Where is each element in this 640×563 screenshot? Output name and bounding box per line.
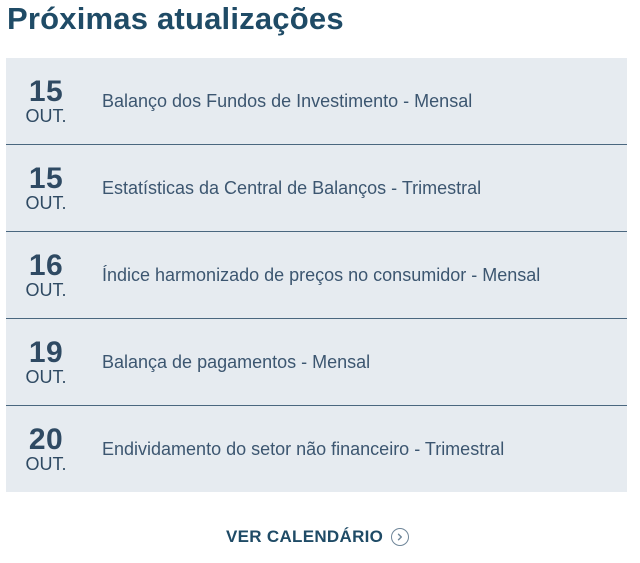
date-month: OUT. (25, 453, 67, 474)
date-day: 15 (28, 74, 64, 108)
date-badge: 15 OUT. (6, 74, 86, 126)
list-item[interactable]: 20 OUT. Endividamento do setor não finan… (6, 406, 627, 492)
update-title[interactable]: Balança de pagamentos - Mensal (102, 351, 370, 373)
update-title[interactable]: Balanço dos Fundos de Investimento - Men… (102, 90, 472, 112)
date-badge: 16 OUT. (6, 248, 86, 300)
date-month: OUT. (25, 105, 67, 126)
date-month: OUT. (25, 279, 67, 300)
update-title[interactable]: Endividamento do setor não financeiro - … (102, 438, 504, 460)
date-day: 20 (28, 422, 64, 456)
list-item[interactable]: 16 OUT. Índice harmonizado de preços no … (6, 232, 627, 319)
date-badge: 20 OUT. (6, 422, 86, 474)
page-title: Próximas atualizações (7, 1, 344, 36)
date-day: 15 (28, 161, 64, 195)
date-badge: 15 OUT. (6, 161, 86, 213)
ver-calendario-link[interactable]: VER CALENDÁRIO (226, 527, 410, 547)
update-title[interactable]: Estatísticas da Central de Balanços - Tr… (102, 177, 481, 199)
update-title[interactable]: Índice harmonizado de preços no consumid… (102, 264, 540, 286)
updates-widget: Próximas atualizações 15 OUT. Balanço do… (0, 0, 640, 563)
cta-label: VER CALENDÁRIO (226, 527, 384, 546)
date-badge: 19 OUT. (6, 335, 86, 387)
updates-list: 15 OUT. Balanço dos Fundos de Investimen… (6, 58, 627, 492)
list-item[interactable]: 19 OUT. Balança de pagamentos - Mensal (6, 319, 627, 406)
date-day: 16 (28, 248, 64, 282)
chevron-right-circle-icon (391, 528, 410, 546)
list-item[interactable]: 15 OUT. Estatísticas da Central de Balan… (6, 145, 627, 232)
date-month: OUT. (25, 366, 67, 387)
date-month: OUT. (25, 192, 67, 213)
date-day: 19 (28, 335, 64, 369)
list-item[interactable]: 15 OUT. Balanço dos Fundos de Investimen… (6, 58, 627, 145)
